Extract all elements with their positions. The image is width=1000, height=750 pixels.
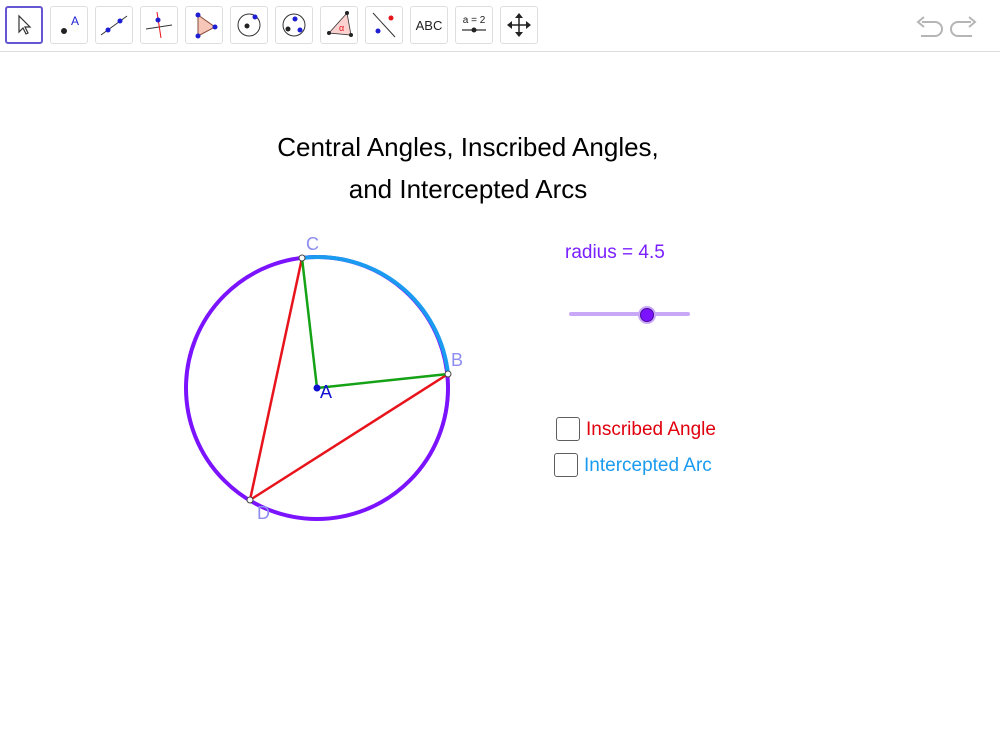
inscribed-angle-label[interactable]: Inscribed Angle xyxy=(586,419,716,441)
segment-AC[interactable] xyxy=(300,257,319,389)
point-B[interactable] xyxy=(444,370,452,378)
inscribed-angle-checkbox[interactable] xyxy=(556,417,580,441)
segment-DC[interactable] xyxy=(248,257,304,501)
segment-DB[interactable] xyxy=(249,372,449,502)
point-label-D: D xyxy=(257,503,270,523)
intercepted-arc-checkbox[interactable] xyxy=(554,453,578,477)
geometry-canvas[interactable] xyxy=(0,0,1000,750)
point-label-C: C xyxy=(306,234,319,254)
intercepted-arc-label[interactable]: Intercepted Arc xyxy=(584,455,712,477)
radius-slider-label: radius = 4.5 xyxy=(565,242,665,263)
point-label-B: B xyxy=(451,350,464,370)
point-label-A: A xyxy=(320,382,333,402)
radius-slider-track[interactable] xyxy=(569,312,690,316)
point-D[interactable] xyxy=(246,496,254,504)
point-C[interactable] xyxy=(298,254,306,262)
arc-CB[interactable] xyxy=(301,255,450,375)
radius-slider-handle[interactable] xyxy=(640,308,654,322)
